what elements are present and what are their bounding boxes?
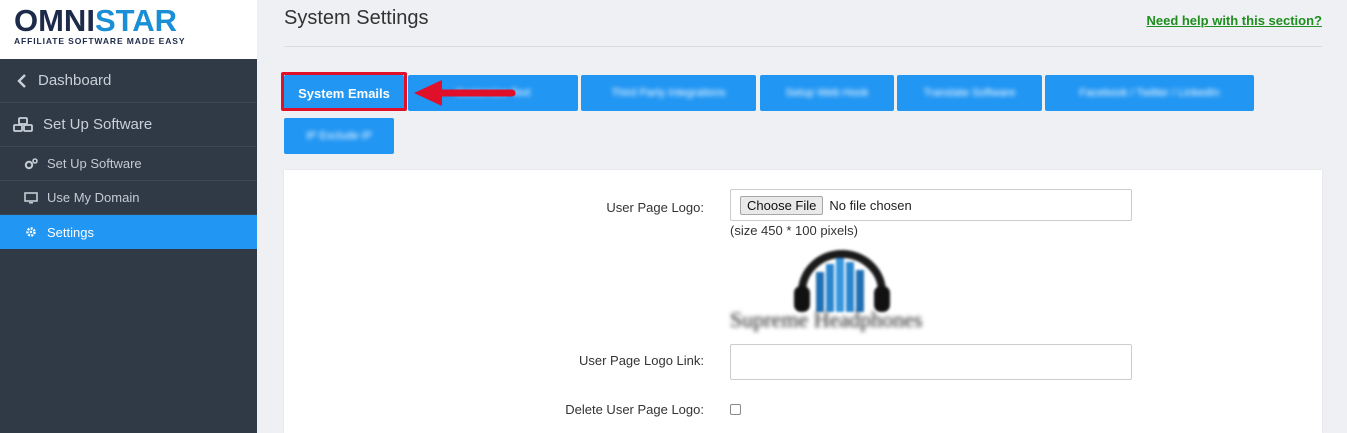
tab-label: Third Party Integrations (611, 87, 726, 99)
tab-label: Translate Software (923, 87, 1016, 99)
cubes-icon (13, 116, 33, 133)
title-divider (284, 46, 1322, 47)
file-status: No file chosen (829, 197, 912, 213)
chevron-left-icon (14, 73, 30, 88)
tab-exclude-ip[interactable]: IP Exclude IP (284, 118, 394, 154)
tab-social-links[interactable]: Facebook / Twitter / LinkedIn (1045, 75, 1254, 111)
sidebar-item-label: Use My Domain (47, 190, 140, 205)
page-title: System Settings (284, 7, 429, 29)
sidebar-item-label: Set Up Software (47, 156, 142, 171)
choose-file-button[interactable]: Choose File (740, 195, 824, 215)
help-link[interactable]: Need help with this section? (1146, 13, 1322, 28)
logo-file-input[interactable]: Choose File No file chosen (730, 189, 1132, 221)
sidebar-item-dashboard[interactable]: Dashboard (0, 59, 257, 103)
logo-wordmark: OMNISTAR (14, 3, 257, 38)
gear-icon (24, 226, 38, 238)
tab-label: IP Exclude IP (306, 130, 372, 142)
user-page-logo-label: User Page Logo: (606, 200, 704, 215)
logo-tagline: AFFILIATE SOFTWARE MADE EASY (14, 36, 186, 46)
tab-translate-software[interactable]: Translate Software (897, 75, 1042, 111)
tab-label: Setup Web Hook (785, 87, 869, 99)
monitor-icon (24, 191, 38, 204)
sidebar-section-setup[interactable]: Set Up Software (0, 103, 257, 147)
settings-form-panel: User Page Logo: Choose File No file chos… (284, 170, 1322, 433)
main-content: System Settings Need help with this sect… (257, 0, 1347, 433)
delete-logo-checkbox[interactable] (730, 404, 741, 415)
cogs-icon (24, 157, 38, 170)
sidebar-item-label: Settings (47, 224, 94, 240)
logo-omni: OMNI (14, 3, 95, 38)
sidebar-section-label: Set Up Software (43, 116, 153, 133)
tab-label: System Emails (298, 85, 390, 101)
tab-third-party-integrations[interactable]: Third Party Integrations (581, 75, 756, 111)
delete-logo-label: Delete User Page Logo: (565, 402, 704, 417)
tab-label: Facebook / Twitter / LinkedIn (1079, 87, 1220, 99)
tab-system-emails[interactable]: System Emails (284, 75, 404, 111)
sidebar-item-use-my-domain[interactable]: Use My Domain (0, 181, 257, 215)
tab-setup-web-hook[interactable]: Setup Web Hook (760, 75, 894, 111)
annotation-arrow-icon (414, 80, 516, 106)
sidebar-item-label: Dashboard (38, 72, 112, 89)
sidebar-item-settings[interactable]: Settings (0, 215, 257, 249)
sidebar-item-set-up-software[interactable]: Set Up Software (0, 147, 257, 181)
logo-link-label: User Page Logo Link: (578, 353, 704, 368)
omnistar-logo[interactable]: OMNISTAR AFFILIATE SOFTWARE MADE EASY (0, 0, 257, 59)
sidebar: OMNISTAR AFFILIATE SOFTWARE MADE EASY Da… (0, 0, 257, 433)
logo-star: STAR (94, 3, 178, 38)
logo-caption: Supreme Headphones (730, 307, 923, 332)
logo-link-input[interactable] (730, 344, 1132, 380)
